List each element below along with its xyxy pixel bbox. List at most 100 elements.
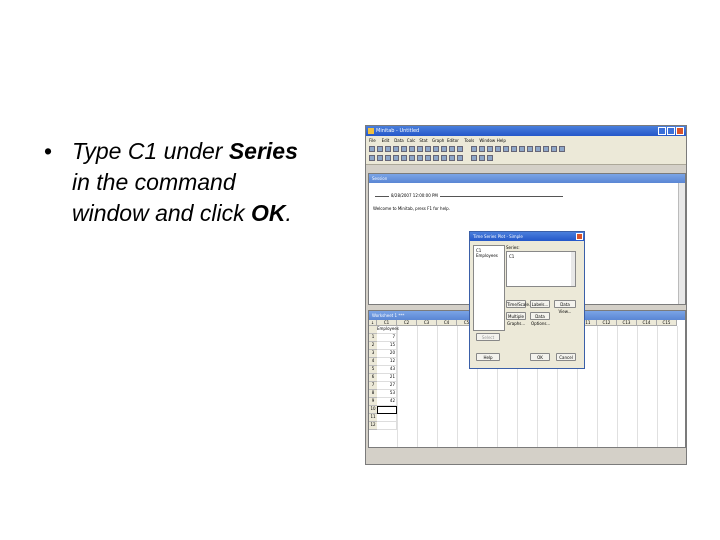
toolbar-button[interactable] [495,146,501,152]
row-header[interactable]: 3 [369,350,377,358]
toolbar-button[interactable] [417,146,423,152]
toolbar-button[interactable] [369,155,375,161]
minimize-button[interactable] [658,127,666,135]
toolbar-button[interactable] [377,155,383,161]
select-button[interactable]: Select [476,333,500,341]
menu-item-editor[interactable]: Editor [447,138,459,143]
cancel-button[interactable]: Cancel [556,353,576,361]
column-header[interactable]: C3 [417,320,437,326]
table-cell[interactable]: 27 [377,382,397,390]
menu-item-tools[interactable]: Tools [464,138,474,143]
toolbar-button[interactable] [471,155,477,161]
multiple-graphs-button[interactable]: Multiple Graphs... [506,312,526,326]
menu-item-edit[interactable]: Edit [382,138,390,143]
table-cell[interactable]: 15 [377,342,397,350]
toolbar-button[interactable] [511,146,517,152]
maximize-button[interactable] [667,127,675,135]
column-header[interactable]: C4 [437,320,457,326]
menu-item-help[interactable]: Help [497,138,506,143]
data-view-button[interactable]: Data View... [554,300,576,314]
toolbar-button[interactable] [401,155,407,161]
row-header[interactable]: 10 [369,406,377,414]
toolbar-button[interactable] [449,146,455,152]
toolbar-button[interactable] [409,146,415,152]
toolbar-button[interactable] [449,155,455,161]
table-cell[interactable] [377,406,397,414]
row-header[interactable]: 5 [369,366,377,374]
row-header[interactable]: 11 [369,414,377,422]
toolbar-button[interactable] [385,146,391,152]
toolbar-button[interactable] [457,155,463,161]
row-header[interactable]: 6 [369,374,377,382]
toolbar-button[interactable] [551,146,557,152]
variable-list[interactable]: C1 Employees [473,245,505,331]
row-header[interactable]: 1 [369,334,377,342]
toolbar-button[interactable] [377,146,383,152]
table-cell[interactable] [377,414,397,422]
toolbar-button[interactable] [369,146,375,152]
table-cell[interactable] [377,422,397,430]
row-header[interactable]: 12 [369,422,377,430]
column-header[interactable]: C13 [617,320,637,326]
variable-item[interactable]: C1 Employees [476,248,504,258]
toolbar-button[interactable] [433,155,439,161]
toolbar-button[interactable] [479,155,485,161]
dialog-close-button[interactable] [576,233,583,240]
column-header[interactable]: C14 [637,320,657,326]
line3-text: window and click [72,200,251,226]
table-cell[interactable]: 53 [377,390,397,398]
toolbar-button[interactable] [433,146,439,152]
toolbar-button[interactable] [385,155,391,161]
table-cell[interactable]: 21 [377,374,397,382]
column-header[interactable]: C15 [657,320,677,326]
toolbar-button[interactable] [457,146,463,152]
toolbar-button[interactable] [425,146,431,152]
ok-button[interactable]: OK [530,353,550,361]
data-options-button[interactable]: Data Options... [530,312,550,326]
toolbar-button[interactable] [417,155,423,161]
menu-item-data[interactable]: Data [394,138,404,143]
table-cell[interactable]: 7 [377,334,397,342]
toolbar-button[interactable] [519,146,525,152]
toolbar-button[interactable] [487,146,493,152]
table-cell[interactable]: 12 [377,358,397,366]
toolbar-button[interactable] [425,155,431,161]
table-cell[interactable]: 42 [377,398,397,406]
toolbar-button[interactable] [409,155,415,161]
toolbar-button[interactable] [441,155,447,161]
row-header[interactable]: 7 [369,382,377,390]
toolbar-button[interactable] [487,155,493,161]
help-button[interactable]: Help [476,353,500,361]
toolbar-button[interactable] [559,146,565,152]
row-header[interactable]: 8 [369,390,377,398]
series-input[interactable]: C1 [506,251,576,287]
labels-button[interactable]: Labels... [530,300,550,308]
toolbar-button[interactable] [503,146,509,152]
toolbar-button[interactable] [543,146,549,152]
menu-item-file[interactable]: File [369,138,376,143]
toolbar-button[interactable] [393,146,399,152]
column-name-cell[interactable]: Employees [377,326,399,334]
row-header[interactable]: 2 [369,342,377,350]
toolbar-button[interactable] [471,146,477,152]
toolbar-button[interactable] [535,146,541,152]
table-cell[interactable]: 43 [377,366,397,374]
toolbar-button[interactable] [479,146,485,152]
row-header[interactable]: 4 [369,358,377,366]
menu-item-stat[interactable]: Stat [419,138,427,143]
toolbar-button[interactable] [401,146,407,152]
table-cell[interactable]: 20 [377,350,397,358]
menu-item-graph[interactable]: Graph [432,138,444,143]
menu-item-window[interactable]: Window [479,138,495,143]
column-header[interactable]: C12 [597,320,617,326]
close-button[interactable] [676,127,684,135]
toolbar-button[interactable] [527,146,533,152]
session-scrollbar[interactable] [678,183,685,304]
toolbar-button[interactable] [441,146,447,152]
menu-item-calc[interactable]: Calc [407,138,416,143]
series-scrollbar[interactable] [571,252,575,286]
toolbar-button[interactable] [393,155,399,161]
column-header[interactable]: C2 [397,320,417,326]
time-scale-button[interactable]: Time/Scale... [506,300,533,308]
row-header[interactable]: 9 [369,398,377,406]
